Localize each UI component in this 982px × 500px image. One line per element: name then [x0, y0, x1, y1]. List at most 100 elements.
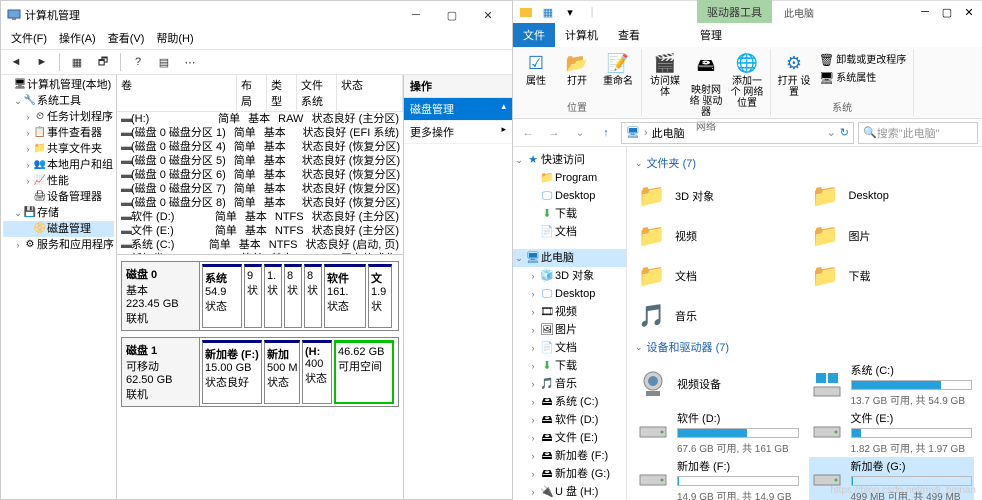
folder-pictures[interactable]: 📁图片 [809, 217, 975, 255]
back-button[interactable]: ← [517, 122, 539, 144]
volume-row[interactable]: ▬软件 (D:)简单基本NTFS状态良好 (主分区) [117, 210, 403, 224]
ribbon-media[interactable]: 🎬访问媒体 [646, 51, 684, 98]
tree-storage[interactable]: ⌄💾存储 [3, 205, 114, 221]
partition[interactable]: 1.状 [264, 264, 282, 328]
partition[interactable]: 46.62 GB可用空间 [334, 340, 394, 404]
close-button[interactable]: ✕ [470, 4, 506, 26]
folder-music[interactable]: 🎵音乐 [635, 297, 801, 335]
nav-desktop2[interactable]: ›🖵Desktop [513, 285, 626, 303]
nav-new-g[interactable]: ›🖴新加卷 (G:) [513, 465, 626, 483]
nav-pictures[interactable]: ›🖼图片 [513, 321, 626, 339]
nav-software-d[interactable]: ›🖴软件 (D:) [513, 411, 626, 429]
nav-3d-objects[interactable]: ›🧊3D 对象 [513, 267, 626, 285]
folder-documents[interactable]: 📁文档 [635, 257, 801, 295]
list-icon[interactable]: ▤ [153, 52, 175, 72]
menu-view[interactable]: 查看(V) [102, 29, 151, 49]
volume-row[interactable]: ▬(磁盘 0 磁盘分区 8)简单基本状态良好 (恢复分区) [117, 196, 403, 210]
section-folders[interactable]: ⌄文件夹 (7) [635, 155, 974, 171]
nav-downloads2[interactable]: ›⬇下载 [513, 357, 626, 375]
context-tab[interactable]: 驱动器工具 [697, 0, 772, 24]
nav-documents2[interactable]: ›📄文档 [513, 339, 626, 357]
tree-performance[interactable]: ›📈性能 [3, 173, 114, 189]
drive-new-f[interactable]: 新加卷 (F:)14.9 GB 可用, 共 14.9 GB [635, 457, 801, 500]
partition[interactable]: 文1.9状 [368, 264, 392, 328]
volume-row[interactable]: ▬(磁盘 0 磁盘分区 7)简单基本状态良好 (恢复分区) [117, 182, 403, 196]
more-icon[interactable]: ⋯ [179, 52, 201, 72]
nav-files-e[interactable]: ›🖴文件 (E:) [513, 429, 626, 447]
nav-this-pc[interactable]: ⌄🖥此电脑 [513, 249, 626, 267]
ribbon-uninstall[interactable]: 🗑卸载或更改程序 [816, 51, 909, 69]
volume-row[interactable]: ▬(磁盘 0 磁盘分区 1)简单基本状态良好 (EFI 系统) [117, 126, 403, 140]
ribbon-sysprops[interactable]: 🖥系统属性 [816, 69, 909, 87]
action-more[interactable]: 更多操作▸ [404, 121, 512, 144]
nav-new-f[interactable]: ›🖴新加卷 (F:) [513, 447, 626, 465]
col-status[interactable]: 状态 [337, 75, 403, 111]
volume-row[interactable]: ▬文件 (E:)简单基本NTFS状态良好 (主分区) [117, 224, 403, 238]
tab-file[interactable]: 文件 [513, 23, 555, 47]
up-button[interactable]: ↑ [595, 122, 617, 144]
tree-task-scheduler[interactable]: ›⏲任务计划程序 [3, 109, 114, 125]
qat-more-icon[interactable]: ▾ [561, 3, 579, 21]
forward-icon[interactable]: ► [31, 52, 53, 72]
tree-root[interactable]: 🖥计算机管理(本地) [3, 77, 114, 93]
help-icon[interactable]: ? [127, 52, 149, 72]
drive-files-e[interactable]: 文件 (E:)1.82 GB 可用, 共 1.97 GB [809, 409, 975, 455]
menu-file[interactable]: 文件(F) [5, 29, 53, 49]
menu-help[interactable]: 帮助(H) [150, 29, 199, 49]
tree-system-tools[interactable]: ⌄🔧系统工具 [3, 93, 114, 109]
tree-disk-management[interactable]: 📀磁盘管理 [3, 221, 114, 237]
partition[interactable]: 新加卷 (F:)15.00 GB状态良好 [202, 340, 262, 404]
partition[interactable]: 新加500 M状态 [264, 340, 300, 404]
partition[interactable]: 8状 [304, 264, 322, 328]
drive-system-c[interactable]: 系统 (C:)13.7 GB 可用, 共 54.9 GB [809, 361, 975, 407]
content-area[interactable]: ⌄文件夹 (7) 📁3D 对象 📁Desktop 📁视频 📁图片 📁文档 📁下载… [627, 147, 982, 500]
nav-documents[interactable]: 📄文档 [513, 223, 626, 241]
partition[interactable]: 8状 [284, 264, 302, 328]
tree-event-viewer[interactable]: ›📋事件查看器 [3, 125, 114, 141]
tab-view[interactable]: 查看 [608, 23, 650, 47]
ribbon-open[interactable]: 📂打开 [558, 51, 596, 87]
nav-tree[interactable]: 🖥计算机管理(本地) ⌄🔧系统工具 ›⏲任务计划程序 ›📋事件查看器 ›📁共享文… [1, 75, 117, 499]
volume-row[interactable]: ▬(磁盘 0 磁盘分区 4)简单基本状态良好 (恢复分区) [117, 140, 403, 154]
ribbon-properties[interactable]: ☑属性 [517, 51, 555, 87]
nav-u-h[interactable]: ›🔌U 盘 (H:) [513, 483, 626, 500]
refresh-icon[interactable]: ↻ [840, 126, 849, 139]
nav-quick-access[interactable]: ⌄★快速访问 [513, 151, 626, 169]
nav-music[interactable]: ›🎵音乐 [513, 375, 626, 393]
nav-system-c[interactable]: ›🖴系统 (C:) [513, 393, 626, 411]
folder-videos[interactable]: 📁视频 [635, 217, 801, 255]
ribbon-map-drive[interactable]: 🖴映射网络 驱动器 [687, 51, 725, 118]
tab-manage[interactable]: 管理 [690, 23, 732, 47]
drive-video-device[interactable]: 视频设备 [635, 361, 801, 407]
folder-desktop[interactable]: 📁Desktop [809, 177, 975, 215]
minimize-button[interactable]: ─ [398, 4, 434, 26]
volume-row[interactable]: ▬(磁盘 0 磁盘分区 5)简单基本状态良好 (恢复分区) [117, 154, 403, 168]
nav-videos[interactable]: ›🎞视频 [513, 303, 626, 321]
nav-downloads[interactable]: ⬇下载 [513, 205, 626, 223]
tree-device-manager[interactable]: 🖨设备管理器 [3, 189, 114, 205]
partition[interactable]: 系统54.9状态 [202, 264, 242, 328]
refresh-icon[interactable]: 🗗 [92, 52, 114, 72]
partition[interactable]: 9状 [244, 264, 262, 328]
chevron-down-icon[interactable]: ⌄ [827, 126, 836, 139]
minimize-button[interactable]: ─ [916, 3, 934, 21]
nav-programs[interactable]: 📁Program [513, 169, 626, 187]
folder-downloads[interactable]: 📁下载 [809, 257, 975, 295]
volume-list[interactable]: 卷 布局 类型 文件系统 状态 ▬(H:)简单基本RAW状态良好 (主分区)▬(… [117, 75, 403, 255]
tree-local-users[interactable]: ›👥本地用户和组 [3, 157, 114, 173]
close-button[interactable]: ✕ [960, 3, 978, 21]
folder-icon[interactable] [517, 3, 535, 21]
drive-software-d[interactable]: 软件 (D:)67.6 GB 可用, 共 161 GB [635, 409, 801, 455]
ribbon-settings[interactable]: ⚙打开 设置 [775, 51, 813, 98]
col-type[interactable]: 类型 [267, 75, 297, 111]
show-icon[interactable]: ▦ [66, 52, 88, 72]
partition[interactable]: 软件161.状态 [324, 264, 366, 328]
col-volume[interactable]: 卷 [117, 75, 237, 111]
forward-button[interactable]: → [543, 122, 565, 144]
maximize-button[interactable]: ▢ [434, 4, 470, 26]
nav-pane[interactable]: ⌄★快速访问 📁Program 🖵Desktop ⬇下载 📄文档 ⌄🖥此电脑 ›… [513, 147, 627, 500]
nav-desktop[interactable]: 🖵Desktop [513, 187, 626, 205]
volume-row[interactable]: ▬系统 (C:)简单基本NTFS状态良好 (启动, 页) [117, 238, 403, 252]
volume-row[interactable]: ▬(H:)简单基本RAW状态良好 (主分区) [117, 112, 403, 126]
col-layout[interactable]: 布局 [237, 75, 267, 111]
